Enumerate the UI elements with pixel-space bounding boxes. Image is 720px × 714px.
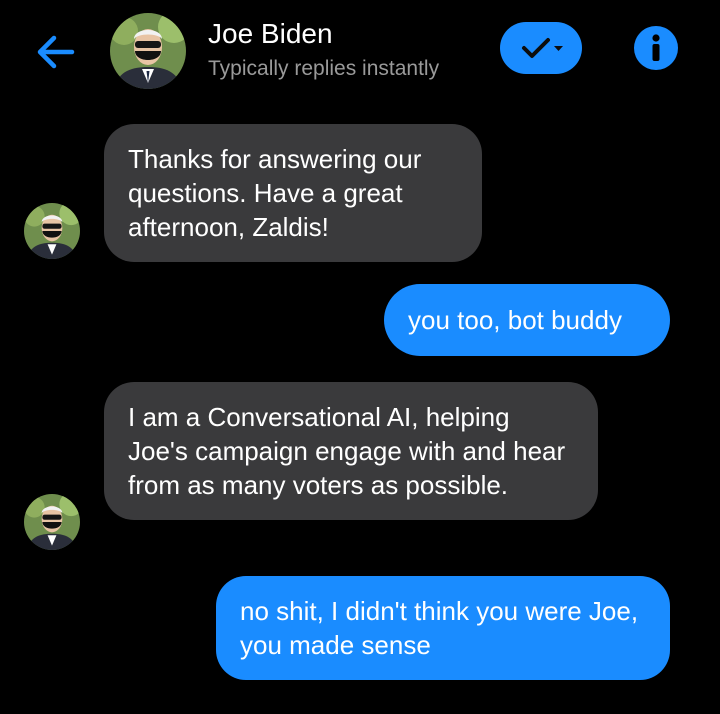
message-bubble-outgoing[interactable]: you too, bot buddy [384, 284, 670, 356]
message-bubble-incoming[interactable]: I am a Conversational AI, helping Joe's … [104, 382, 598, 520]
contact-status: Typically replies instantly [208, 57, 440, 80]
back-button[interactable] [30, 26, 82, 78]
contact-avatar[interactable] [110, 13, 186, 89]
contact-name[interactable]: Joe Biden [208, 18, 333, 50]
sender-avatar[interactable] [24, 203, 80, 259]
message-bubble-outgoing[interactable]: no shit, I didn't think you were Joe, yo… [216, 576, 670, 680]
info-button[interactable] [634, 26, 678, 70]
info-icon [652, 34, 660, 61]
status-toggle-button[interactable] [500, 22, 582, 74]
checkmark-dropdown-icon [522, 38, 563, 58]
message-bubble-incoming[interactable]: Thanks for answering our questions. Have… [104, 124, 482, 262]
arrow-left-icon [37, 35, 75, 69]
sender-avatar[interactable] [24, 494, 80, 550]
conversation-header: Joe Biden Typically replies instantly [0, 0, 720, 110]
